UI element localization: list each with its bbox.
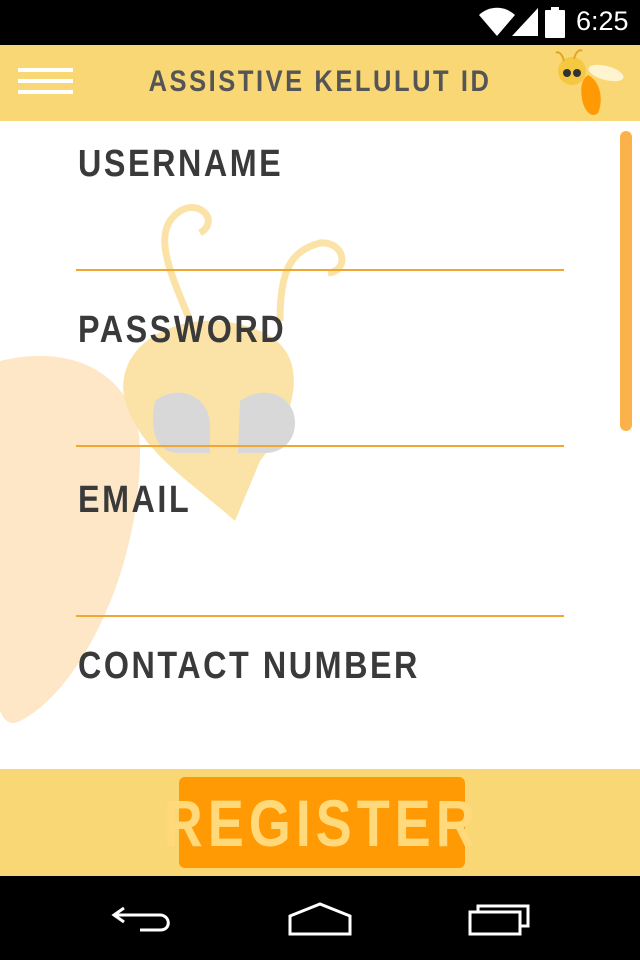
scrollbar[interactable] <box>620 131 632 431</box>
register-button-label: REGISTER <box>163 785 481 860</box>
battery-icon <box>545 7 565 38</box>
username-label: USERNAME <box>78 143 284 185</box>
password-label: PASSWORD <box>78 309 287 351</box>
cell-signal-icon <box>512 8 538 36</box>
registration-form: USERNAME PASSWORD EMAIL CONTACT NUMBER <box>0 121 640 769</box>
password-field[interactable] <box>76 399 564 447</box>
contact-number-label: CONTACT NUMBER <box>78 645 420 687</box>
system-nav-bar <box>0 876 640 960</box>
app-title: ASSISTIVE KELULUT ID <box>148 65 492 98</box>
register-button[interactable]: REGISTER <box>164 777 475 868</box>
email-field[interactable] <box>76 569 564 617</box>
wifi-icon <box>479 7 515 37</box>
footer: REGISTER <box>0 769 640 876</box>
email-label: EMAIL <box>78 479 192 521</box>
back-icon[interactable] <box>110 898 174 938</box>
username-field[interactable] <box>76 223 564 271</box>
status-bar: 6:25 <box>0 0 640 45</box>
bee-logo-icon <box>555 49 624 116</box>
app-bar: ASSISTIVE KELULUT ID <box>0 45 640 121</box>
status-time: 6:25 <box>576 6 629 36</box>
home-icon[interactable] <box>286 898 354 938</box>
recent-apps-icon[interactable] <box>468 898 532 938</box>
